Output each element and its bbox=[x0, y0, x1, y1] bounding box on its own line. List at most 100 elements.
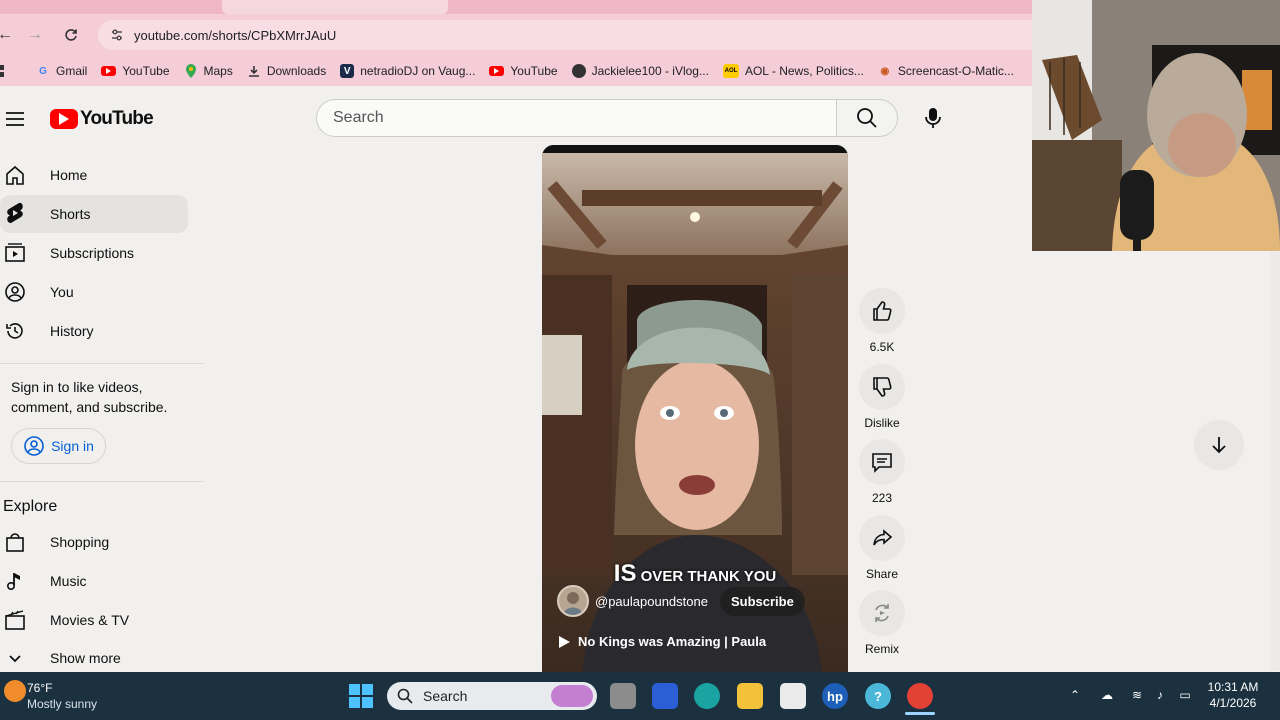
caption-small-text: OVER THANK YOU bbox=[640, 568, 777, 585]
clock-date[interactable]: 4/1/2026 bbox=[1204, 696, 1262, 710]
sidebar-item-history[interactable]: History bbox=[0, 312, 188, 350]
webcam-image bbox=[1032, 0, 1280, 251]
chevron-down-icon bbox=[2, 650, 28, 666]
cloud-icon[interactable]: ☁ bbox=[1098, 686, 1116, 704]
home-icon bbox=[2, 164, 28, 186]
sidebar-item-shorts[interactable]: Shorts bbox=[0, 195, 188, 233]
site-info-icon[interactable] bbox=[108, 26, 126, 44]
sidebar-item-label: Movies & TV bbox=[50, 612, 130, 628]
caption-big-text: IS bbox=[613, 560, 637, 587]
chrome-icon[interactable] bbox=[907, 683, 933, 709]
sidebar-item-home[interactable]: Home bbox=[0, 156, 188, 194]
webcam-overlay bbox=[1032, 0, 1280, 251]
sidebar-item-shopping[interactable]: Shopping bbox=[0, 523, 188, 561]
task-view-icon[interactable] bbox=[610, 683, 636, 709]
bookmark-downloads[interactable]: Downloads bbox=[247, 64, 326, 78]
file-explorer-icon[interactable] bbox=[737, 683, 763, 709]
reload-button[interactable] bbox=[58, 22, 84, 48]
taskbar-search[interactable]: Search bbox=[387, 682, 597, 710]
weather-temperature[interactable]: 76°F bbox=[27, 681, 52, 695]
bookmark-gmail[interactable]: G Gmail bbox=[36, 64, 87, 78]
channel-row: @paulapoundstone Subscribe bbox=[557, 585, 837, 617]
remix-icon bbox=[875, 604, 889, 622]
sidebar-item-movies[interactable]: Movies & TV bbox=[0, 601, 188, 639]
hp-icon[interactable]: hp bbox=[822, 683, 848, 709]
video-caption: IS OVER THANK YOU bbox=[542, 560, 848, 588]
share-arrow-icon bbox=[873, 529, 893, 546]
active-tab[interactable] bbox=[222, 0, 448, 14]
bookmark-youtube[interactable]: YouTube bbox=[101, 64, 170, 78]
scrollbar-track[interactable] bbox=[1270, 251, 1280, 671]
volume-icon[interactable]: ♪ bbox=[1151, 686, 1169, 704]
menu-button[interactable] bbox=[2, 106, 28, 132]
video-title-text: No Kings was Amazing | Paula bbox=[578, 634, 767, 649]
apps-grid-icon[interactable] bbox=[0, 65, 14, 77]
sidebar-item-label: You bbox=[50, 284, 74, 300]
edge-browser-icon[interactable] bbox=[694, 683, 720, 709]
sidebar-item-label: Shorts bbox=[50, 206, 91, 222]
bookmark-screencast[interactable]: ◉ Screencast-O-Matic... bbox=[878, 64, 1014, 78]
sidebar-item-subscriptions[interactable]: Subscriptions bbox=[0, 234, 188, 272]
weather-description[interactable]: Mostly sunny bbox=[27, 697, 97, 711]
forward-button[interactable]: → bbox=[22, 22, 48, 48]
search-button[interactable] bbox=[836, 99, 898, 137]
sign-in-label: Sign in bbox=[51, 438, 94, 454]
music-note-icon bbox=[2, 570, 28, 592]
like-action: 6.5K bbox=[859, 288, 905, 354]
download-icon bbox=[247, 64, 261, 78]
back-button[interactable]: ← bbox=[0, 22, 18, 48]
share-label: Share bbox=[865, 567, 899, 581]
wifi-icon[interactable]: ≋ bbox=[1128, 686, 1146, 704]
aol-icon: AOL bbox=[722, 64, 739, 78]
active-app-indicator bbox=[905, 712, 935, 715]
dislike-button[interactable] bbox=[859, 364, 905, 410]
bookmark-aol[interactable]: AOL AOL - News, Politics... bbox=[722, 64, 864, 78]
play-icon bbox=[559, 635, 570, 648]
subscriptions-icon bbox=[2, 242, 28, 264]
sidebar-item-label: Music bbox=[50, 573, 87, 589]
account-circle-icon bbox=[24, 436, 44, 456]
channel-avatar[interactable] bbox=[557, 585, 589, 617]
address-bar[interactable]: youtube.com/shorts/CPbXMrrJAuU bbox=[98, 20, 1032, 50]
thumbs-up-icon bbox=[873, 301, 892, 321]
history-icon bbox=[2, 320, 28, 342]
comment-icon bbox=[872, 453, 892, 473]
logo-text: YouTube bbox=[80, 108, 154, 129]
subscribe-button[interactable]: Subscribe bbox=[719, 586, 805, 616]
comments-button[interactable] bbox=[859, 439, 905, 485]
explore-heading: Explore bbox=[3, 498, 58, 515]
bookmark-maps[interactable]: Maps bbox=[184, 64, 233, 78]
netradio-icon: V bbox=[340, 64, 355, 78]
weather-sun-icon[interactable] bbox=[4, 680, 26, 702]
bookmark-jackielee[interactable]: Jackielee100 - iVlog... bbox=[571, 64, 709, 78]
youtube-icon bbox=[101, 66, 117, 76]
sidebar-divider bbox=[0, 363, 204, 364]
voice-search-button[interactable] bbox=[914, 99, 952, 137]
copilot-icon[interactable] bbox=[652, 683, 678, 709]
sidebar-item-music[interactable]: Music bbox=[0, 562, 188, 600]
help-icon[interactable]: ? bbox=[865, 683, 891, 709]
taskbar-search-placeholder: Search bbox=[423, 688, 468, 704]
youtube-logo[interactable]: YouTube bbox=[50, 108, 154, 130]
tray-overflow-icon[interactable]: ⌃ bbox=[1066, 686, 1084, 704]
share-button[interactable] bbox=[859, 515, 905, 561]
microsoft-store-icon[interactable] bbox=[780, 683, 806, 709]
search-input[interactable]: Search bbox=[316, 99, 837, 137]
remix-button[interactable] bbox=[859, 590, 905, 636]
remix-label: Remix bbox=[864, 642, 899, 656]
windows-start-icon[interactable] bbox=[349, 684, 373, 708]
clock-time[interactable]: 10:31 AM bbox=[1204, 680, 1262, 694]
reload-icon bbox=[65, 29, 77, 41]
sidebar-item-you[interactable]: You bbox=[0, 273, 188, 311]
sign-in-button[interactable]: Sign in bbox=[11, 428, 106, 464]
like-button[interactable] bbox=[859, 288, 905, 334]
sidebar-item-label: Shopping bbox=[50, 534, 110, 550]
video-title[interactable]: No Kings was Amazing | Paula bbox=[558, 634, 766, 649]
next-short-button[interactable] bbox=[1194, 420, 1244, 470]
maps-pin-icon bbox=[184, 64, 198, 78]
search-highlight-icon bbox=[551, 685, 593, 707]
battery-icon[interactable]: ▭ bbox=[1176, 686, 1194, 704]
bookmark-youtube-2[interactable]: YouTube bbox=[489, 64, 558, 78]
bookmark-netradio[interactable]: VnetradioDJ on Vaug... bbox=[340, 64, 475, 78]
channel-handle[interactable]: @paulapoundstone bbox=[595, 594, 708, 609]
